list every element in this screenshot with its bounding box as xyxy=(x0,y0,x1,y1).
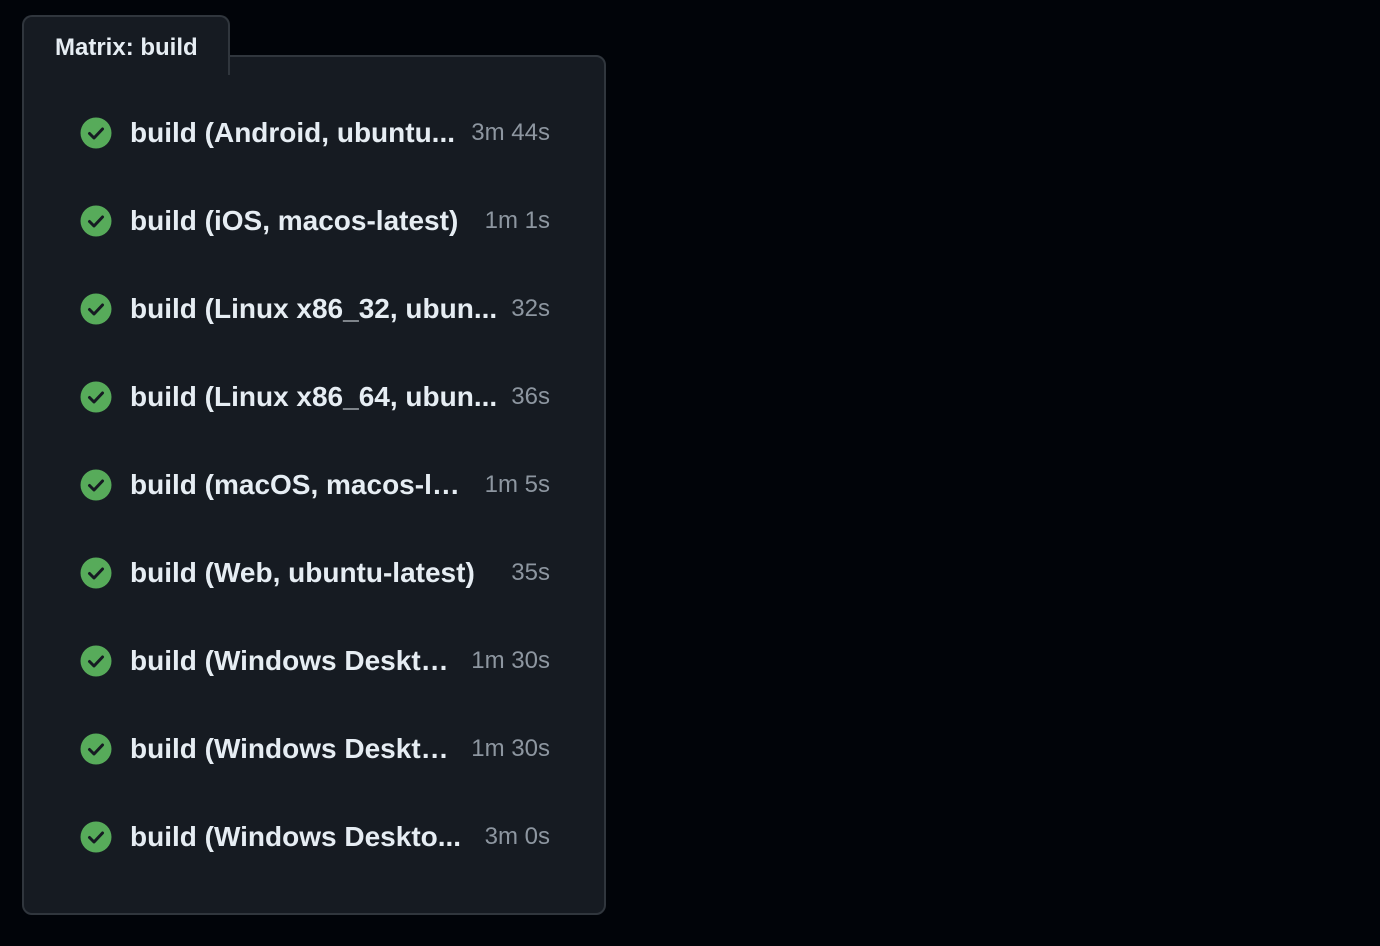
job-name: build (Linux x86_64, ubun... xyxy=(130,381,498,412)
job-duration: 3m 44s xyxy=(471,119,550,146)
job-duration: 32s xyxy=(511,295,550,322)
job-row[interactable]: build (Windows Deskto... 1m 30s xyxy=(80,705,550,793)
job-row[interactable]: build (Web, ubuntu-latest) 35s xyxy=(80,529,550,617)
matrix-build-group: Matrix: build build (Android, ubuntu... … xyxy=(22,15,606,915)
job-name: build (Windows Deskto... xyxy=(130,821,462,852)
job-duration: 1m 30s xyxy=(471,735,550,762)
check-circle-icon xyxy=(80,117,112,149)
check-circle-icon xyxy=(80,205,112,237)
job-list: build (Android, ubuntu... 3m 44s build (… xyxy=(80,89,550,881)
job-duration: 1m 1s xyxy=(484,207,550,234)
job-row[interactable]: build (macOS, macos-la... 1m 5s xyxy=(80,441,550,529)
check-circle-icon xyxy=(80,557,112,589)
job-name: build (Windows Deskto... xyxy=(130,733,458,764)
job-name: build (macOS, macos-la... xyxy=(130,469,471,500)
job-row[interactable]: build (Windows Deskto... 3m 0s xyxy=(80,793,550,881)
job-duration: 1m 30s xyxy=(471,647,550,674)
check-circle-icon xyxy=(80,645,112,677)
job-row[interactable]: build (Linux x86_32, ubun... 32s xyxy=(80,265,550,353)
job-name: build (Windows Deskto... xyxy=(130,645,458,676)
check-circle-icon xyxy=(80,821,112,853)
job-row[interactable]: build (iOS, macos-latest) 1m 1s xyxy=(80,177,550,265)
check-circle-icon xyxy=(80,381,112,413)
job-name: build (Android, ubuntu... xyxy=(130,117,456,148)
job-duration: 35s xyxy=(511,559,550,586)
matrix-title: Matrix: build xyxy=(55,34,198,61)
check-circle-icon xyxy=(80,733,112,765)
job-duration: 36s xyxy=(511,383,550,410)
job-duration: 1m 5s xyxy=(484,471,550,498)
matrix-job-panel: build (Android, ubuntu... 3m 44s build (… xyxy=(22,55,606,915)
job-duration: 3m 0s xyxy=(484,823,550,850)
job-row[interactable]: build (Android, ubuntu... 3m 44s xyxy=(80,89,550,177)
check-circle-icon xyxy=(80,293,112,325)
job-name: build (Linux x86_32, ubun... xyxy=(130,293,498,324)
job-name: build (iOS, macos-latest) xyxy=(130,205,459,236)
job-row[interactable]: build (Linux x86_64, ubun... 36s xyxy=(80,353,550,441)
job-name: build (Web, ubuntu-latest) xyxy=(130,557,475,588)
check-circle-icon xyxy=(80,469,112,501)
matrix-tab: Matrix: build xyxy=(22,15,230,75)
job-row[interactable]: build (Windows Deskto... 1m 30s xyxy=(80,617,550,705)
